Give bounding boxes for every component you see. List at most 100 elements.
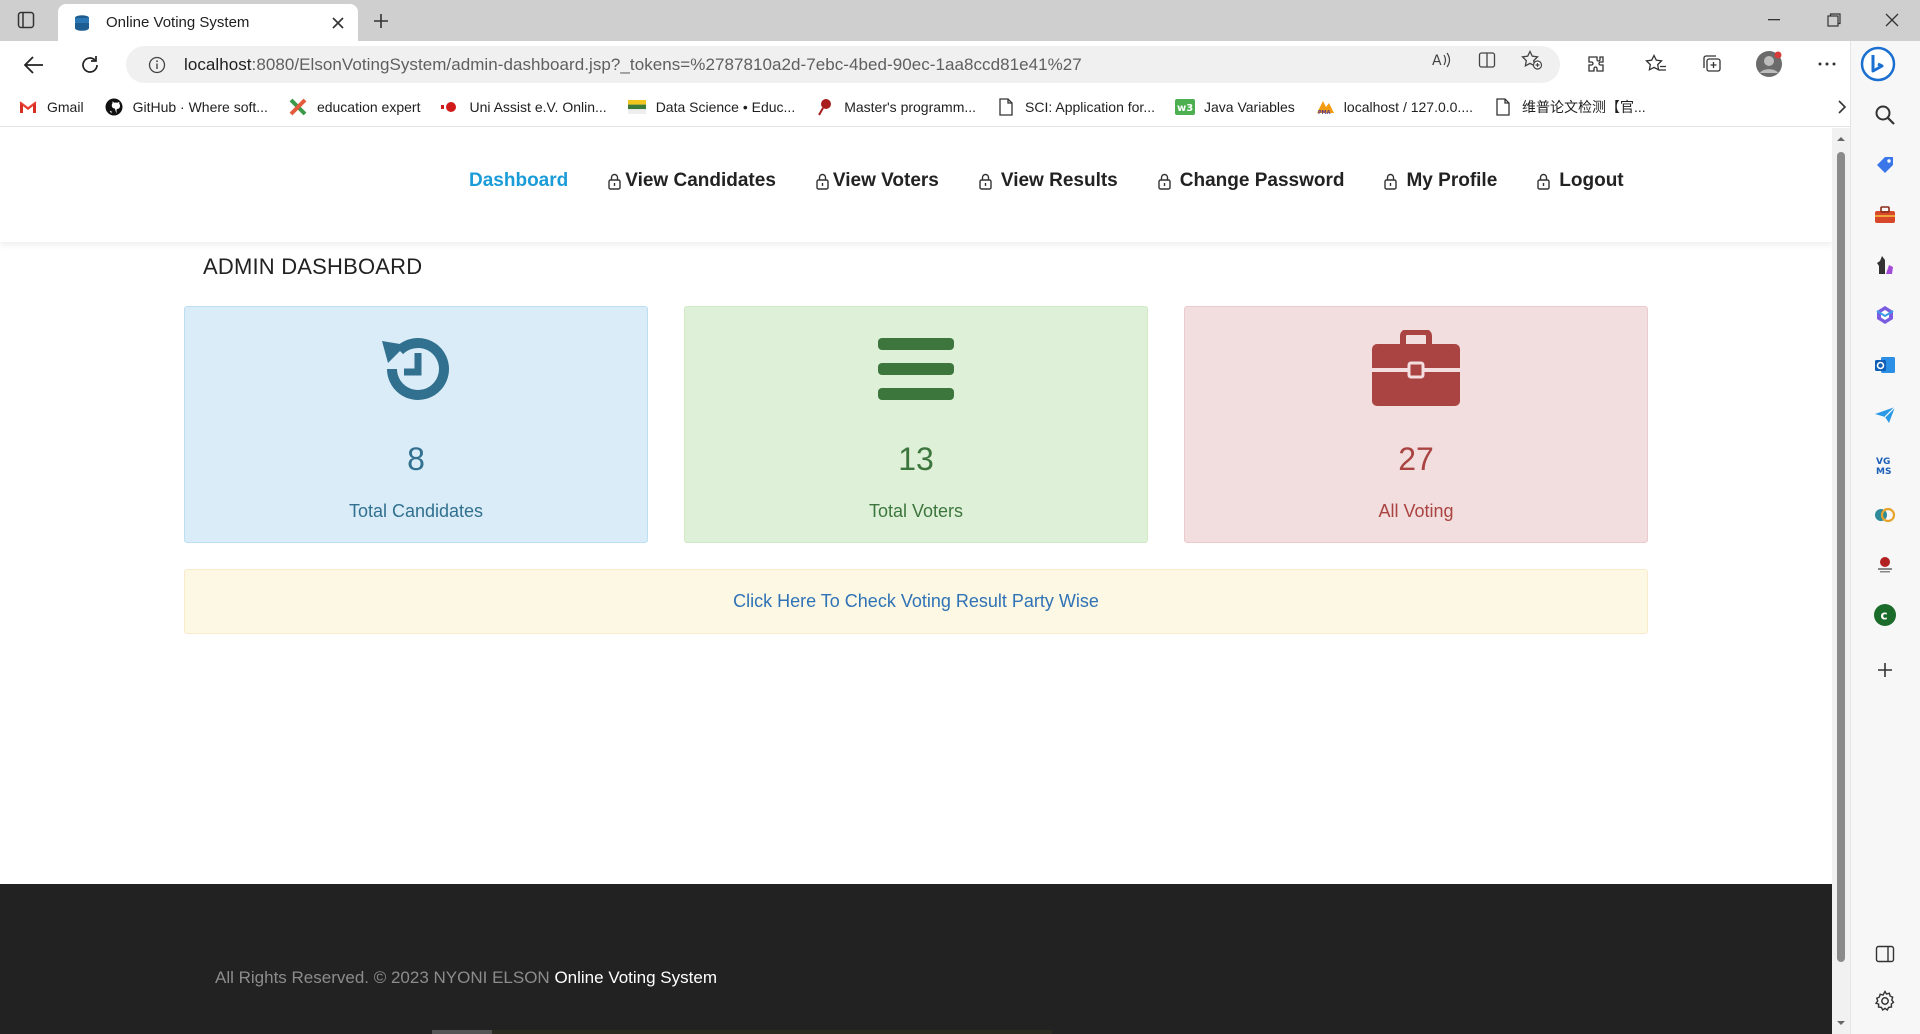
close-tab-icon[interactable] <box>324 9 352 37</box>
nav-label: Change Password <box>1179 170 1345 191</box>
url-text: localhost:8080/ElsonVotingSystem/admin-d… <box>184 55 1082 75</box>
games-icon[interactable] <box>1870 250 1900 280</box>
close-window-icon[interactable] <box>1864 0 1920 40</box>
add-app-icon[interactable] <box>1870 655 1900 685</box>
all-voting-card[interactable]: 27 All Voting <box>1184 306 1648 543</box>
gmail-icon <box>18 97 38 117</box>
bing-copilot-icon[interactable] <box>1858 44 1898 84</box>
read-aloud-icon[interactable]: A <box>1430 48 1454 72</box>
url-path: :8080/ElsonVotingSystem/admin-dashboard.… <box>251 54 1082 74</box>
search-icon[interactable] <box>1870 100 1900 130</box>
bookmark-uni-assist[interactable]: Uni Assist e.V. Onlin... <box>440 97 607 117</box>
uni-assist-icon <box>440 97 460 117</box>
footer-rights: All Rights Reserved. © 2023 NYONI ELSON <box>215 968 550 987</box>
scroll-up-icon[interactable] <box>1836 134 1846 144</box>
voting-label: All Voting <box>1378 501 1454 521</box>
total-candidates-card[interactable]: 8 Total Candidates <box>184 306 648 543</box>
footer-divider <box>492 1030 1052 1034</box>
page-scrollbar[interactable] <box>1832 128 1850 1034</box>
bookmark-localhost[interactable]: PMA localhost / 127.0.0.... <box>1315 97 1473 117</box>
bookmark-label: Data Science • Educ... <box>655 98 796 115</box>
party-results-link[interactable]: Click Here To Check Voting Result Party … <box>733 591 1099 612</box>
back-icon[interactable] <box>18 49 50 81</box>
nav-label: View Voters <box>832 170 939 191</box>
bookmark-sci[interactable]: SCI: Application for... <box>996 97 1155 117</box>
bookmark-masters[interactable]: Master's programm... <box>815 97 976 117</box>
nav-label: Dashboard <box>469 170 569 191</box>
footer-brand[interactable]: Online Voting System <box>554 968 717 987</box>
x-logo-icon <box>288 97 308 117</box>
hide-sidebar-icon[interactable] <box>1870 939 1900 969</box>
new-tab-icon[interactable] <box>368 8 394 34</box>
browser-tabbar: Online Voting System <box>0 0 1920 41</box>
page-title: ADMIN DASHBOARD <box>203 254 423 279</box>
url-bar[interactable]: localhost:8080/ElsonVotingSystem/admin-d… <box>126 46 1560 83</box>
database-favicon-icon <box>72 13 92 33</box>
flag-icon <box>627 97 647 117</box>
add-favorite-icon[interactable] <box>1520 48 1544 72</box>
nav-view-voters[interactable]: View Voters <box>815 170 939 192</box>
vgms-icon[interactable]: VG MS <box>1870 450 1900 480</box>
c-circle-icon[interactable]: c <box>1870 600 1900 630</box>
nav-logout[interactable]: Logout <box>1536 170 1624 192</box>
svg-text:VG: VG <box>1876 457 1890 467</box>
bars-icon <box>685 327 1147 411</box>
minimize-icon[interactable] <box>1746 0 1802 40</box>
tab-actions-icon[interactable] <box>14 8 38 32</box>
lock-icon <box>978 171 993 191</box>
site-footer: All Rights Reserved. © 2023 NYONI ELSON … <box>0 884 1832 1034</box>
extensions-icon[interactable] <box>1582 50 1610 78</box>
history-icon <box>185 327 647 411</box>
lock-icon <box>1536 171 1551 191</box>
chevron-right-icon[interactable] <box>1832 97 1852 117</box>
nav-dashboard[interactable]: Dashboard <box>469 170 568 192</box>
total-voters-card[interactable]: 13 Total Voters <box>684 306 1148 543</box>
settings-gear-icon[interactable] <box>1870 986 1900 1016</box>
lock-icon <box>1157 171 1172 191</box>
bookmark-weipu[interactable]: 维普论文检测【官... <box>1493 97 1646 117</box>
bookmark-label: Uni Assist e.V. Onlin... <box>469 98 607 115</box>
footer-divider <box>432 1030 492 1034</box>
scroll-thumb[interactable] <box>1837 152 1845 962</box>
url-host: localhost <box>184 54 252 74</box>
bookmark-label: 维普论文检测【官... <box>1522 98 1646 115</box>
refresh-icon[interactable] <box>74 49 106 81</box>
nav-my-profile[interactable]: My Profile <box>1383 170 1497 192</box>
nav-view-candidates[interactable]: View Candidates <box>607 170 776 192</box>
outlook-icon[interactable] <box>1870 350 1900 380</box>
scroll-down-icon[interactable] <box>1836 1018 1846 1028</box>
voters-count: 13 <box>898 441 934 477</box>
nav-view-results[interactable]: View Results <box>978 170 1118 192</box>
favorites-icon[interactable] <box>1642 50 1670 78</box>
send-icon[interactable] <box>1870 400 1900 430</box>
profile-avatar-icon[interactable] <box>1755 50 1783 78</box>
pin-icon <box>815 97 835 117</box>
address-bar-row: localhost:8080/ElsonVotingSystem/admin-d… <box>0 41 1920 87</box>
bookmark-gmail[interactable]: Gmail <box>18 97 84 117</box>
university-seal-icon[interactable] <box>1870 550 1900 580</box>
more-options-icon[interactable] <box>1813 50 1841 78</box>
svg-text:A: A <box>1432 53 1442 69</box>
bookmarks-bar: Gmail GitHub · Where soft... education e… <box>0 87 1860 127</box>
restore-icon[interactable] <box>1806 0 1862 40</box>
tools-briefcase-icon[interactable] <box>1870 200 1900 230</box>
bookmark-github[interactable]: GitHub · Where soft... <box>104 97 268 117</box>
microsoft-365-icon[interactable] <box>1870 300 1900 330</box>
bookmark-label: GitHub · Where soft... <box>132 98 268 115</box>
tab-title: Online Voting System <box>106 14 250 31</box>
nav-label: View Results <box>1000 170 1118 191</box>
bookmark-data-science[interactable]: Data Science • Educ... <box>627 97 796 117</box>
app-logo-icon[interactable] <box>1870 500 1900 530</box>
svg-text:c: c <box>1881 609 1888 623</box>
bookmark-education-expert[interactable]: education expert <box>288 97 420 117</box>
github-icon <box>104 97 124 117</box>
browser-tab-active[interactable]: Online Voting System <box>58 4 358 41</box>
nav-change-password[interactable]: Change Password <box>1157 170 1345 192</box>
site-info-icon[interactable] <box>146 54 168 76</box>
nav-label: My Profile <box>1406 170 1498 191</box>
bookmark-java-variables[interactable]: w3 Java Variables <box>1175 97 1295 117</box>
collections-icon[interactable] <box>1698 50 1726 78</box>
split-screen-icon[interactable] <box>1475 48 1499 72</box>
document-icon <box>996 97 1016 117</box>
shopping-tag-icon[interactable] <box>1870 150 1900 180</box>
